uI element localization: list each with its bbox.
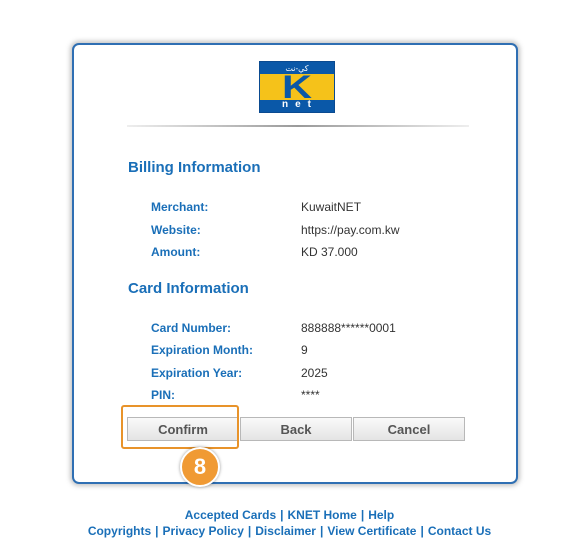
footer-link-disclaimer[interactable]: Disclaimer [255, 524, 316, 538]
expiration-year-value: 2025 [301, 366, 328, 380]
footer-link-accepted-cards[interactable]: Accepted Cards [185, 508, 276, 522]
amount-label: Amount: [151, 245, 201, 259]
merchant-label: Merchant: [151, 200, 209, 214]
card-info-title: Card Information [128, 280, 249, 297]
card-number-value: 888888******0001 [301, 321, 396, 335]
pin-label: PIN: [151, 388, 175, 402]
billing-title: Billing Information [128, 159, 261, 176]
back-button[interactable]: Back [240, 417, 352, 441]
footer-link-help[interactable]: Help [368, 508, 394, 522]
card-number-label: Card Number: [151, 321, 232, 335]
footer-link-privacy-policy[interactable]: Privacy Policy [163, 524, 244, 538]
expiration-month-label: Expiration Month: [151, 343, 253, 357]
amount-value: KD 37.000 [301, 245, 358, 259]
header-divider [127, 125, 469, 127]
merchant-value: KuwaitNET [301, 200, 362, 214]
expiration-year-label: Expiration Year: [151, 366, 243, 380]
cancel-button[interactable]: Cancel [353, 417, 465, 441]
footer-link-contact-us[interactable]: Contact Us [428, 524, 491, 538]
footer-link-view-certificate[interactable]: View Certificate [327, 524, 416, 538]
footer-links-row2: Copyrights | Privacy Policy | Disclaimer | Vie… [87, 524, 492, 538]
footer-link-knet-home[interactable]: KNET Home [288, 508, 357, 522]
footer-link-copyrights[interactable]: Copyrights [88, 524, 151, 538]
knet-logo: كي-نت K net [259, 61, 335, 113]
logo-k-letter: K [281, 69, 313, 105]
expiration-month-value: 9 [301, 343, 308, 357]
step-number-badge: 8 [180, 447, 220, 487]
website-label: Website: [151, 223, 201, 237]
logo-net-text: net [282, 99, 318, 110]
confirm-highlight-box [121, 405, 239, 449]
pin-value: **** [301, 388, 320, 402]
website-value: https://pay.com.kw [301, 223, 400, 237]
footer-links-row1: Accepted Cards | KNET Home | Help [184, 508, 395, 522]
